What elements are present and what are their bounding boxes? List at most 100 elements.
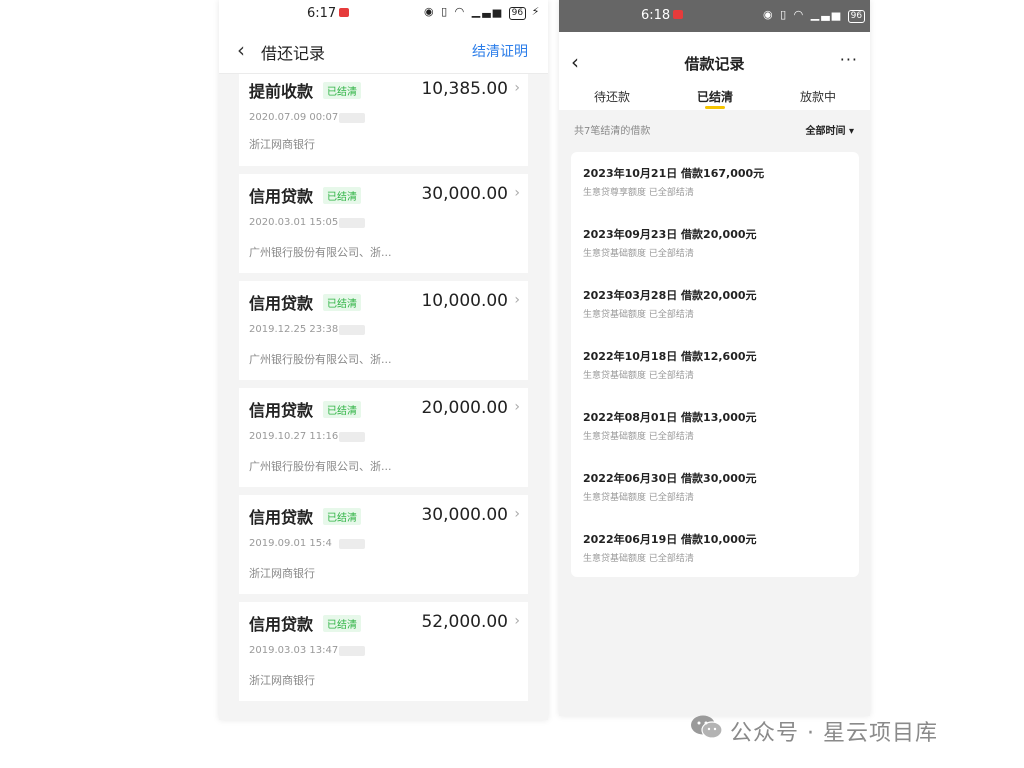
record-subtitle: 生意贷基础额度 已全部结清	[583, 432, 694, 442]
record-subtitle: 生意贷基础额度 已全部结清	[583, 371, 694, 381]
settled-badge: 已结清	[323, 401, 361, 418]
signal-icon: ▁▃▅	[471, 5, 504, 18]
settlement-proof-link[interactable]: 结清证明	[472, 41, 528, 61]
page-title: 借还记录	[261, 44, 326, 63]
time-filter-dropdown[interactable]: 全部时间 ▾	[805, 122, 854, 137]
loan-date: 2019.10.27 11:16	[249, 431, 339, 442]
tab-settled[interactable]: 已结清	[697, 88, 733, 105]
battery-icon: 96	[508, 7, 527, 20]
watermark-text: 公众号 · 星云项目库	[730, 721, 938, 746]
wifi-icon: ◠	[793, 8, 806, 21]
back-chevron-icon[interactable]: ‹	[237, 38, 245, 62]
eye-icon: ◉	[763, 8, 775, 21]
record-item[interactable]: 2022年08月01日 借款13,000元 生意贷基础额度 已全部结清	[583, 409, 848, 449]
loan-bank: 浙江网商银行	[249, 138, 315, 151]
loan-name: 信用贷款	[249, 294, 314, 313]
loan-card[interactable]: 信用贷款 已结清 30,000.00 › 2020.03.01 15:05 广州…	[239, 174, 528, 273]
record-subtitle: 生意贷基础额度 已全部结清	[583, 554, 694, 564]
status-icons: ◉ ▯ ◠ ▁▃▅ 96 ⚡	[424, 5, 541, 20]
settled-badge: 已结清	[323, 508, 361, 525]
record-item[interactable]: 2022年10月18日 借款12,600元 生意贷基础额度 已全部结清	[583, 348, 848, 388]
chevron-right-icon: ›	[514, 185, 520, 201]
settled-badge: 已结清	[323, 187, 361, 204]
wifi-icon: ◠	[454, 5, 467, 18]
loan-date: 2019.03.03 13:47	[249, 645, 339, 656]
recording-icon	[673, 10, 684, 19]
filter-row: 共7笔结清的借款 全部时间 ▾	[559, 122, 870, 142]
record-title: 2023年03月28日 借款20,000元	[583, 289, 757, 302]
loan-bank: 浙江网商银行	[249, 674, 315, 687]
status-bar: 6:18 ◉ ▯ ◠ ▁▃▅ 96	[559, 0, 870, 32]
loan-list: 提前收款 已结清 10,385.00 › 2020.07.09 00:07 浙江…	[239, 74, 528, 709]
record-title: 2023年10月21日 借款167,000元	[583, 167, 765, 180]
loan-name: 信用贷款	[249, 615, 314, 634]
recording-icon	[339, 8, 350, 17]
record-item[interactable]: 2022年06月30日 借款30,000元 生意贷基础额度 已全部结清	[583, 470, 848, 510]
blurred-text	[339, 646, 365, 656]
loan-card[interactable]: 信用贷款 已结清 52,000.00 › 2019.03.03 13:47 浙江…	[239, 602, 528, 701]
tab-disbursing[interactable]: 放款中	[800, 88, 836, 105]
wechat-icon	[691, 715, 723, 739]
record-item[interactable]: 2022年06月19日 借款10,000元 生意贷基础额度 已全部结清	[583, 531, 848, 571]
record-title: 2022年10月18日 借款12,600元	[583, 350, 757, 363]
record-title: 2022年06月19日 借款10,000元	[583, 533, 757, 546]
blurred-text	[339, 325, 365, 335]
battery-icon: 96	[847, 10, 866, 23]
chevron-right-icon: ›	[514, 80, 520, 96]
tab-bar: 待还款 已结清 放款中	[559, 88, 870, 110]
loan-bank: 广州银行股份有限公司、浙...	[249, 460, 392, 473]
page-title: 借款记录	[684, 55, 745, 73]
status-time: 6:17	[307, 6, 350, 21]
chevron-right-icon: ›	[514, 292, 520, 308]
record-subtitle: 生意贷基础额度 已全部结清	[583, 310, 694, 320]
loan-bank: 广州银行股份有限公司、浙...	[249, 246, 392, 259]
loan-name: 信用贷款	[249, 401, 314, 420]
vibrate-icon: ▯	[441, 5, 450, 18]
record-item[interactable]: 2023年09月23日 借款20,000元 生意贷基础额度 已全部结清	[583, 226, 848, 266]
charging-icon: ⚡	[531, 5, 542, 18]
records-card: 2023年10月21日 借款167,000元 生意贷尊享额度 已全部结清 202…	[571, 152, 859, 577]
blurred-text	[339, 113, 365, 123]
record-title: 2023年09月23日 借款20,000元	[583, 228, 757, 241]
loan-date: 2020.07.09 00:07	[249, 112, 339, 123]
settled-badge: 已结清	[323, 615, 361, 632]
loan-amount: 20,000.00	[421, 398, 508, 418]
blurred-text	[339, 432, 365, 442]
loan-bank: 广州银行股份有限公司、浙...	[249, 353, 392, 366]
record-item[interactable]: 2023年03月28日 借款20,000元 生意贷基础额度 已全部结清	[583, 287, 848, 327]
status-bar: 6:17 ◉ ▯ ◠ ▁▃▅ 96 ⚡	[219, 0, 548, 28]
nav-bar: ‹ 借还记录 结清证明	[219, 28, 548, 74]
settled-badge: 已结清	[323, 294, 361, 311]
record-subtitle: 生意贷基础额度 已全部结清	[583, 493, 694, 503]
loan-card[interactable]: 提前收款 已结清 10,385.00 › 2020.07.09 00:07 浙江…	[239, 74, 528, 166]
right-phone-screen: 6:18 ◉ ▯ ◠ ▁▃▅ 96 ‹ 借款记录 ··· 待还款 已结清 放款中…	[559, 0, 870, 716]
loan-card[interactable]: 信用贷款 已结清 30,000.00 › 2019.09.01 15:4 浙江网…	[239, 495, 528, 594]
loan-name: 信用贷款	[249, 508, 314, 527]
blurred-text	[339, 539, 365, 549]
left-phone-screen: 6:17 ◉ ▯ ◠ ▁▃▅ 96 ⚡ ‹ 借还记录 结清证明 提前收款 已结清…	[219, 0, 548, 720]
active-tab-indicator	[705, 106, 725, 109]
loan-card[interactable]: 信用贷款 已结清 10,000.00 › 2019.12.25 23:38 广州…	[239, 281, 528, 380]
loan-amount: 52,000.00	[421, 612, 508, 632]
record-item[interactable]: 2023年10月21日 借款167,000元 生意贷尊享额度 已全部结清	[583, 165, 848, 205]
loan-amount: 30,000.00	[421, 505, 508, 525]
settled-count: 共7笔结清的借款	[574, 126, 651, 137]
tab-pending-repayment[interactable]: 待还款	[594, 88, 630, 105]
chevron-right-icon: ›	[514, 613, 520, 629]
loan-card[interactable]: 信用贷款 已结清 20,000.00 › 2019.10.27 11:16 广州…	[239, 388, 528, 487]
settled-badge: 已结清	[323, 82, 361, 99]
loan-date: 2019.09.01 15:4	[249, 538, 332, 549]
loan-date: 2020.03.01 15:05	[249, 217, 339, 228]
chevron-right-icon: ›	[514, 506, 520, 522]
eye-icon: ◉	[424, 5, 436, 18]
record-title: 2022年06月30日 借款30,000元	[583, 472, 757, 485]
record-subtitle: 生意贷基础额度 已全部结清	[583, 249, 694, 259]
signal-icon: ▁▃▅	[810, 8, 843, 21]
loan-amount: 10,000.00	[421, 291, 508, 311]
more-icon[interactable]: ···	[840, 50, 858, 69]
header: ‹ 借款记录 ··· 待还款 已结清 放款中	[559, 32, 870, 110]
watermark: 公众号 · 星云项目库	[690, 712, 995, 746]
loan-date: 2019.12.25 23:38	[249, 324, 339, 335]
record-subtitle: 生意贷尊享额度 已全部结清	[583, 188, 694, 198]
loan-amount: 10,385.00	[421, 79, 508, 99]
